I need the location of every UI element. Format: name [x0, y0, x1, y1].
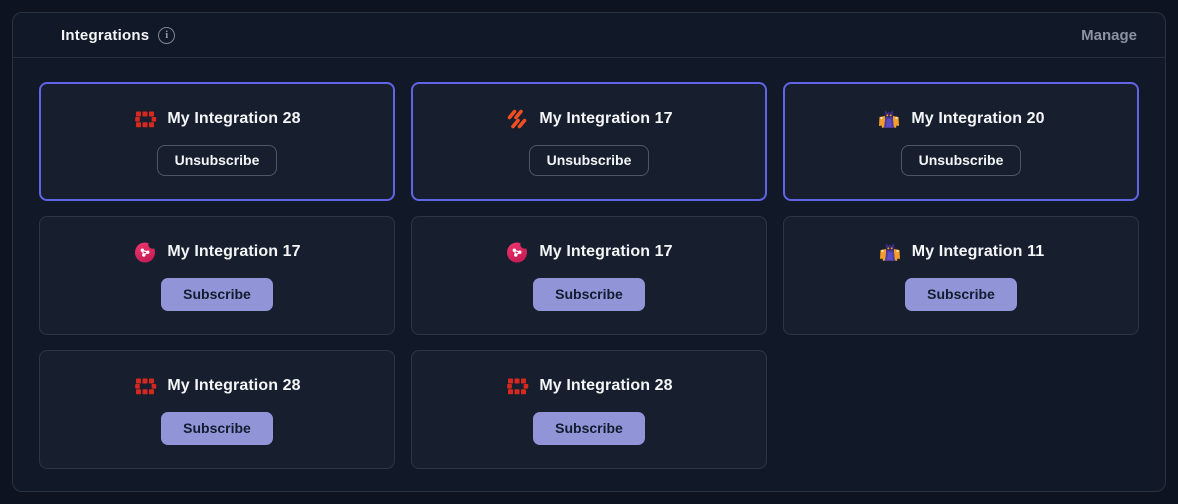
panel-header: Integrations i Manage [13, 13, 1165, 58]
card-title-row: My Integration 17 [505, 107, 672, 131]
integration-card: My Integration 28 Subscribe [411, 350, 767, 469]
subscribe-button[interactable]: Subscribe [161, 412, 273, 445]
orange-slashes-icon [505, 107, 529, 131]
integration-card: My Integration 17 Subscribe [39, 216, 395, 335]
subscribe-button[interactable]: Subscribe [533, 278, 645, 311]
integration-card: My Integration 17 Subscribe [411, 216, 767, 335]
red-blocks-icon [133, 107, 157, 131]
wizard-mascot-icon [878, 240, 902, 264]
integration-card: My Integration 28 Subscribe [39, 350, 395, 469]
integration-title: My Integration 28 [167, 110, 300, 128]
unsubscribe-button[interactable]: Unsubscribe [901, 145, 1022, 176]
unsubscribe-button[interactable]: Unsubscribe [157, 145, 278, 176]
card-title-row: My Integration 17 [505, 240, 672, 264]
red-blocks-icon [505, 374, 529, 398]
integration-title: My Integration 28 [167, 377, 300, 395]
subscribe-button[interactable]: Subscribe [533, 412, 645, 445]
card-title-row: My Integration 28 [505, 374, 672, 398]
card-title-row: My Integration 28 [133, 107, 300, 131]
subscribe-button[interactable]: Subscribe [161, 278, 273, 311]
card-title-row: My Integration 20 [877, 107, 1044, 131]
subscribe-button[interactable]: Subscribe [905, 278, 1017, 311]
red-blocks-icon [133, 374, 157, 398]
integrations-panel: Integrations i Manage My Integration 28 … [12, 12, 1166, 492]
wizard-mascot-icon [877, 107, 901, 131]
integration-card: My Integration 11 Subscribe [783, 216, 1139, 335]
integration-card: My Integration 28 Unsubscribe [39, 82, 395, 201]
card-title-row: My Integration 28 [133, 374, 300, 398]
manage-link[interactable]: Manage [1081, 27, 1137, 44]
unsubscribe-button[interactable]: Unsubscribe [529, 145, 650, 176]
integration-title: My Integration 17 [539, 243, 672, 261]
integration-title: My Integration 20 [911, 110, 1044, 128]
integration-title: My Integration 11 [912, 243, 1044, 261]
panel-title: Integrations [61, 27, 149, 44]
integrations-grid: My Integration 28 Unsubscribe My Integra… [13, 58, 1165, 493]
pink-share-icon [133, 240, 157, 264]
integration-card: My Integration 17 Unsubscribe [411, 82, 767, 201]
integration-card: My Integration 20 Unsubscribe [783, 82, 1139, 201]
integration-title: My Integration 28 [539, 377, 672, 395]
card-title-row: My Integration 17 [133, 240, 300, 264]
integration-title: My Integration 17 [167, 243, 300, 261]
info-icon[interactable]: i [158, 27, 175, 44]
integration-title: My Integration 17 [539, 110, 672, 128]
card-title-row: My Integration 11 [878, 240, 1044, 264]
pink-share-icon [505, 240, 529, 264]
